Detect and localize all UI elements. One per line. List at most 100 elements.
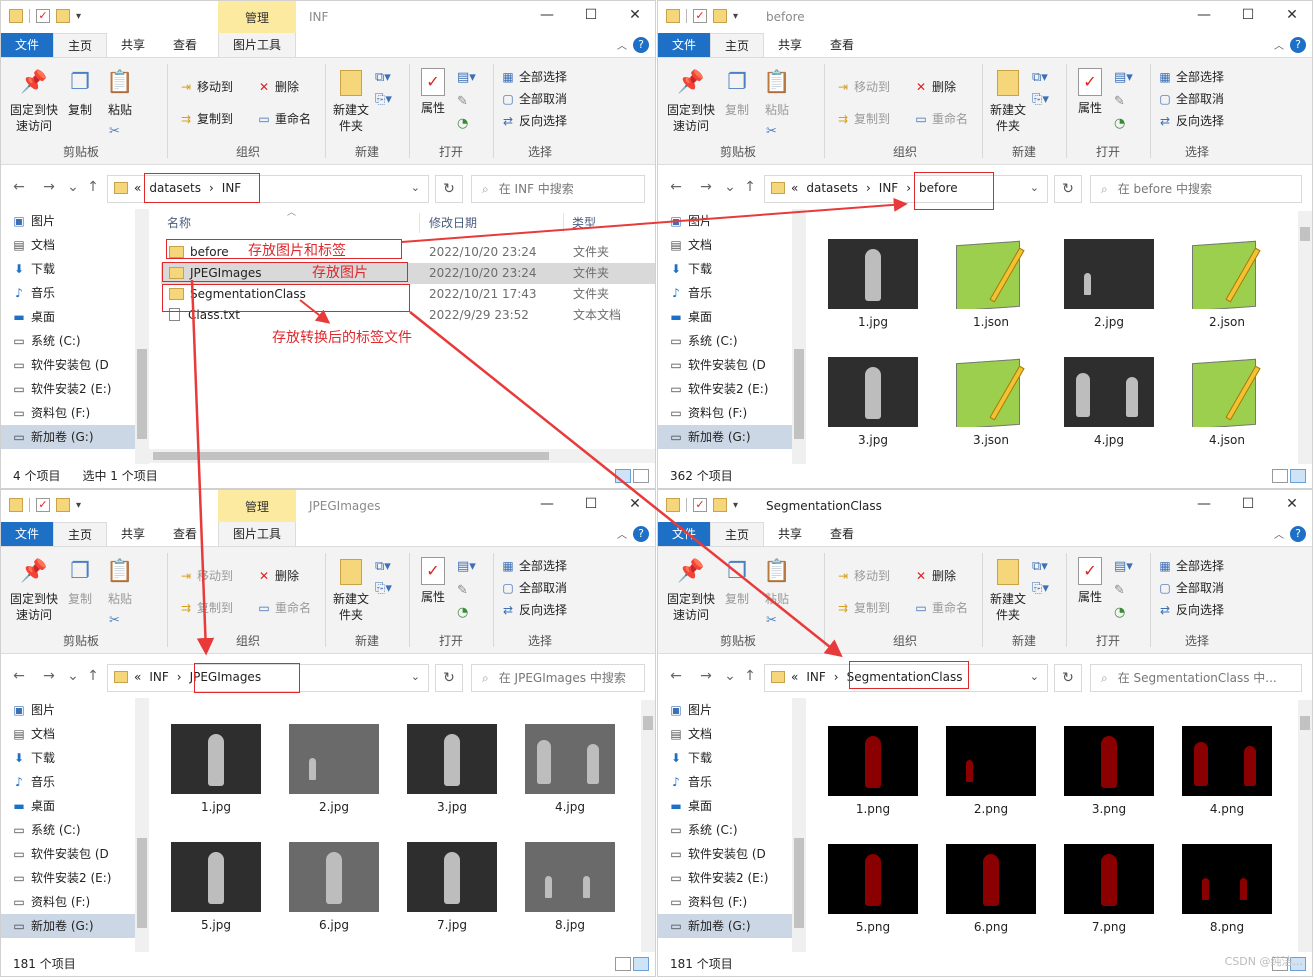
pin-quick-access-button[interactable]: 📌 固定到快速访问 — [5, 68, 63, 134]
address-bar[interactable]: « INF › SegmentationClass ⌄ — [764, 664, 1048, 692]
nav-scrollbar[interactable] — [135, 698, 149, 952]
nav-item[interactable]: ▭ 系统 (C:) — [1, 329, 149, 353]
customize-toolbar-icon[interactable]: ▾ — [76, 11, 81, 22]
rename-button[interactable]: ▭ 重命名 — [257, 599, 311, 617]
easy-access-icon[interactable]: ⎘▾ — [375, 581, 392, 596]
scroll-thumb[interactable] — [137, 349, 147, 439]
breadcrumb-item[interactable]: JPEGImages — [190, 670, 262, 684]
pin-quick-access-button[interactable]: 📌 固定到快速访问 — [662, 557, 720, 623]
move-to-button[interactable]: ⇥ 移动到 — [836, 78, 890, 96]
scroll-thumb[interactable] — [137, 838, 147, 928]
nav-item[interactable]: ▭ 软件安装包 (D — [658, 842, 806, 866]
file-thumbnail[interactable]: 4.jpg — [515, 724, 625, 814]
customize-toolbar-icon[interactable]: ▾ — [76, 500, 81, 511]
new-item-icon[interactable]: ⧉▾ — [1032, 70, 1048, 85]
nav-item[interactable]: ▤ 文档 — [1, 233, 149, 257]
address-dropdown-icon[interactable]: ⌄ — [1030, 670, 1039, 683]
close-button[interactable]: ✕ — [625, 7, 645, 23]
customize-toolbar-icon[interactable]: ▾ — [733, 11, 738, 22]
nav-item[interactable]: ▬ 桌面 — [1, 305, 149, 329]
nav-item[interactable]: ▤ 文档 — [658, 233, 806, 257]
rename-button[interactable]: ▭ 重命名 — [914, 599, 968, 617]
breadcrumb-item[interactable]: before — [919, 181, 958, 195]
nav-item[interactable]: ▭ 系统 (C:) — [658, 329, 806, 353]
easy-access-icon[interactable]: ⎘▾ — [1032, 581, 1049, 596]
invert-selection-button[interactable]: ⇄ 反向选择 — [1158, 112, 1224, 130]
select-all-button[interactable]: ▦ 全部选择 — [501, 68, 567, 86]
copy-button[interactable]: ❐ 复制 — [720, 557, 754, 607]
search-box[interactable]: ⌕ 在 JPEGImages 中搜索 — [471, 664, 645, 692]
file-thumbnail[interactable]: 1.json — [936, 239, 1046, 329]
tab-view[interactable]: 查看 — [159, 33, 211, 57]
maximize-button[interactable]: ☐ — [1238, 496, 1258, 512]
select-all-button[interactable]: ▦ 全部选择 — [1158, 557, 1224, 575]
breadcrumb-item[interactable]: SegmentationClass — [847, 670, 963, 684]
copy-to-button[interactable]: ⇉ 复制到 — [179, 599, 233, 617]
scroll-thumb[interactable] — [153, 452, 549, 460]
tab-view[interactable]: 查看 — [816, 522, 868, 546]
scroll-thumb[interactable] — [794, 349, 804, 439]
file-thumbnail[interactable]: 8.jpg — [515, 842, 625, 932]
nav-item[interactable]: ▣ 图片 — [658, 209, 806, 233]
new-item-icon[interactable]: ⧉▾ — [375, 559, 391, 574]
nav-item[interactable]: ▤ 文档 — [1, 722, 149, 746]
file-thumbnail[interactable]: 4.jpg — [1054, 357, 1164, 447]
new-folder-button[interactable]: 新建文件夹 — [990, 557, 1026, 623]
select-none-button[interactable]: ▢ 全部取消 — [1158, 90, 1224, 108]
col-date[interactable]: 修改日期 — [429, 211, 477, 235]
delete-button[interactable]: ✕ 删除 — [257, 78, 299, 96]
nav-item[interactable]: ♪ 音乐 — [658, 281, 806, 305]
tab-file[interactable]: 文件 — [1, 33, 54, 57]
history-icon[interactable]: ◔ — [1114, 605, 1125, 620]
edit-icon[interactable]: ✎ — [1114, 94, 1125, 109]
tab-picture-tools[interactable]: 图片工具 — [218, 33, 296, 57]
move-to-button[interactable]: ⇥ 移动到 — [179, 567, 233, 585]
refresh-button[interactable]: ↻ — [435, 664, 463, 692]
back-button[interactable]: ← — [668, 668, 684, 684]
file-thumbnail[interactable]: 1.jpg — [161, 724, 271, 814]
file-thumbnail[interactable]: 2.jpg — [1054, 239, 1164, 329]
nav-item[interactable]: ⬇ 下载 — [1, 257, 149, 281]
nav-item[interactable]: ▣ 图片 — [1, 209, 149, 233]
file-thumbnail[interactable]: 7.png — [1054, 844, 1164, 934]
list-row[interactable]: SegmentationClass 2022/10/21 17:43 文件夹 — [161, 284, 655, 305]
file-thumbnail[interactable]: 1.jpg — [818, 239, 928, 329]
pin-quick-access-button[interactable]: 📌 固定到快速访问 — [5, 557, 63, 623]
nav-item[interactable]: ▭ 新加卷 (G:) — [658, 425, 806, 449]
delete-button[interactable]: ✕ 删除 — [914, 78, 956, 96]
content-scrollbar[interactable] — [1298, 211, 1312, 464]
details-view-button[interactable] — [615, 957, 631, 971]
copy-button[interactable]: ❐ 复制 — [720, 68, 754, 118]
list-row[interactable]: JPEGImages 2022/10/20 23:24 文件夹 — [161, 263, 655, 284]
nav-item[interactable]: ▭ 软件安装2 (E:) — [658, 866, 806, 890]
nav-item[interactable]: ▭ 资料包 (F:) — [1, 890, 149, 914]
refresh-button[interactable]: ↻ — [435, 175, 463, 203]
properties-check-icon[interactable] — [693, 498, 707, 512]
scissors-icon[interactable]: ✂ — [109, 124, 120, 139]
new-folder-icon[interactable] — [713, 9, 727, 23]
delete-button[interactable]: ✕ 删除 — [914, 567, 956, 585]
breadcrumb-item[interactable]: INF — [879, 181, 898, 195]
nav-item[interactable]: ▬ 桌面 — [1, 794, 149, 818]
nav-item[interactable]: ▭ 系统 (C:) — [658, 818, 806, 842]
nav-item[interactable]: ▭ 资料包 (F:) — [658, 401, 806, 425]
col-type[interactable]: 类型 — [572, 211, 596, 235]
copy-to-button[interactable]: ⇉ 复制到 — [836, 599, 890, 617]
customize-toolbar-icon[interactable]: ▾ — [733, 500, 738, 511]
file-thumbnail[interactable]: 2.jpg — [279, 724, 389, 814]
search-box[interactable]: ⌕ 在 SegmentationClass 中... — [1090, 664, 1302, 692]
minimize-button[interactable]: — — [1194, 7, 1214, 23]
scissors-icon[interactable]: ✂ — [766, 124, 777, 139]
nav-item[interactable]: ⬇ 下载 — [658, 257, 806, 281]
edit-icon[interactable]: ✎ — [457, 583, 468, 598]
file-thumbnail[interactable]: 8.png — [1172, 844, 1282, 934]
help-icon[interactable]: ? — [633, 526, 649, 542]
tab-share[interactable]: 共享 — [764, 33, 816, 57]
nav-item[interactable]: ▭ 软件安装2 (E:) — [658, 377, 806, 401]
breadcrumb-item[interactable]: › — [906, 181, 911, 195]
collapse-ribbon-icon[interactable]: ︿ — [617, 37, 627, 52]
file-thumbnail[interactable]: 1.png — [818, 726, 928, 816]
tab-home[interactable]: 主页 — [710, 33, 765, 57]
new-item-icon[interactable]: ⧉▾ — [375, 70, 391, 85]
help-icon[interactable]: ? — [1290, 37, 1306, 53]
